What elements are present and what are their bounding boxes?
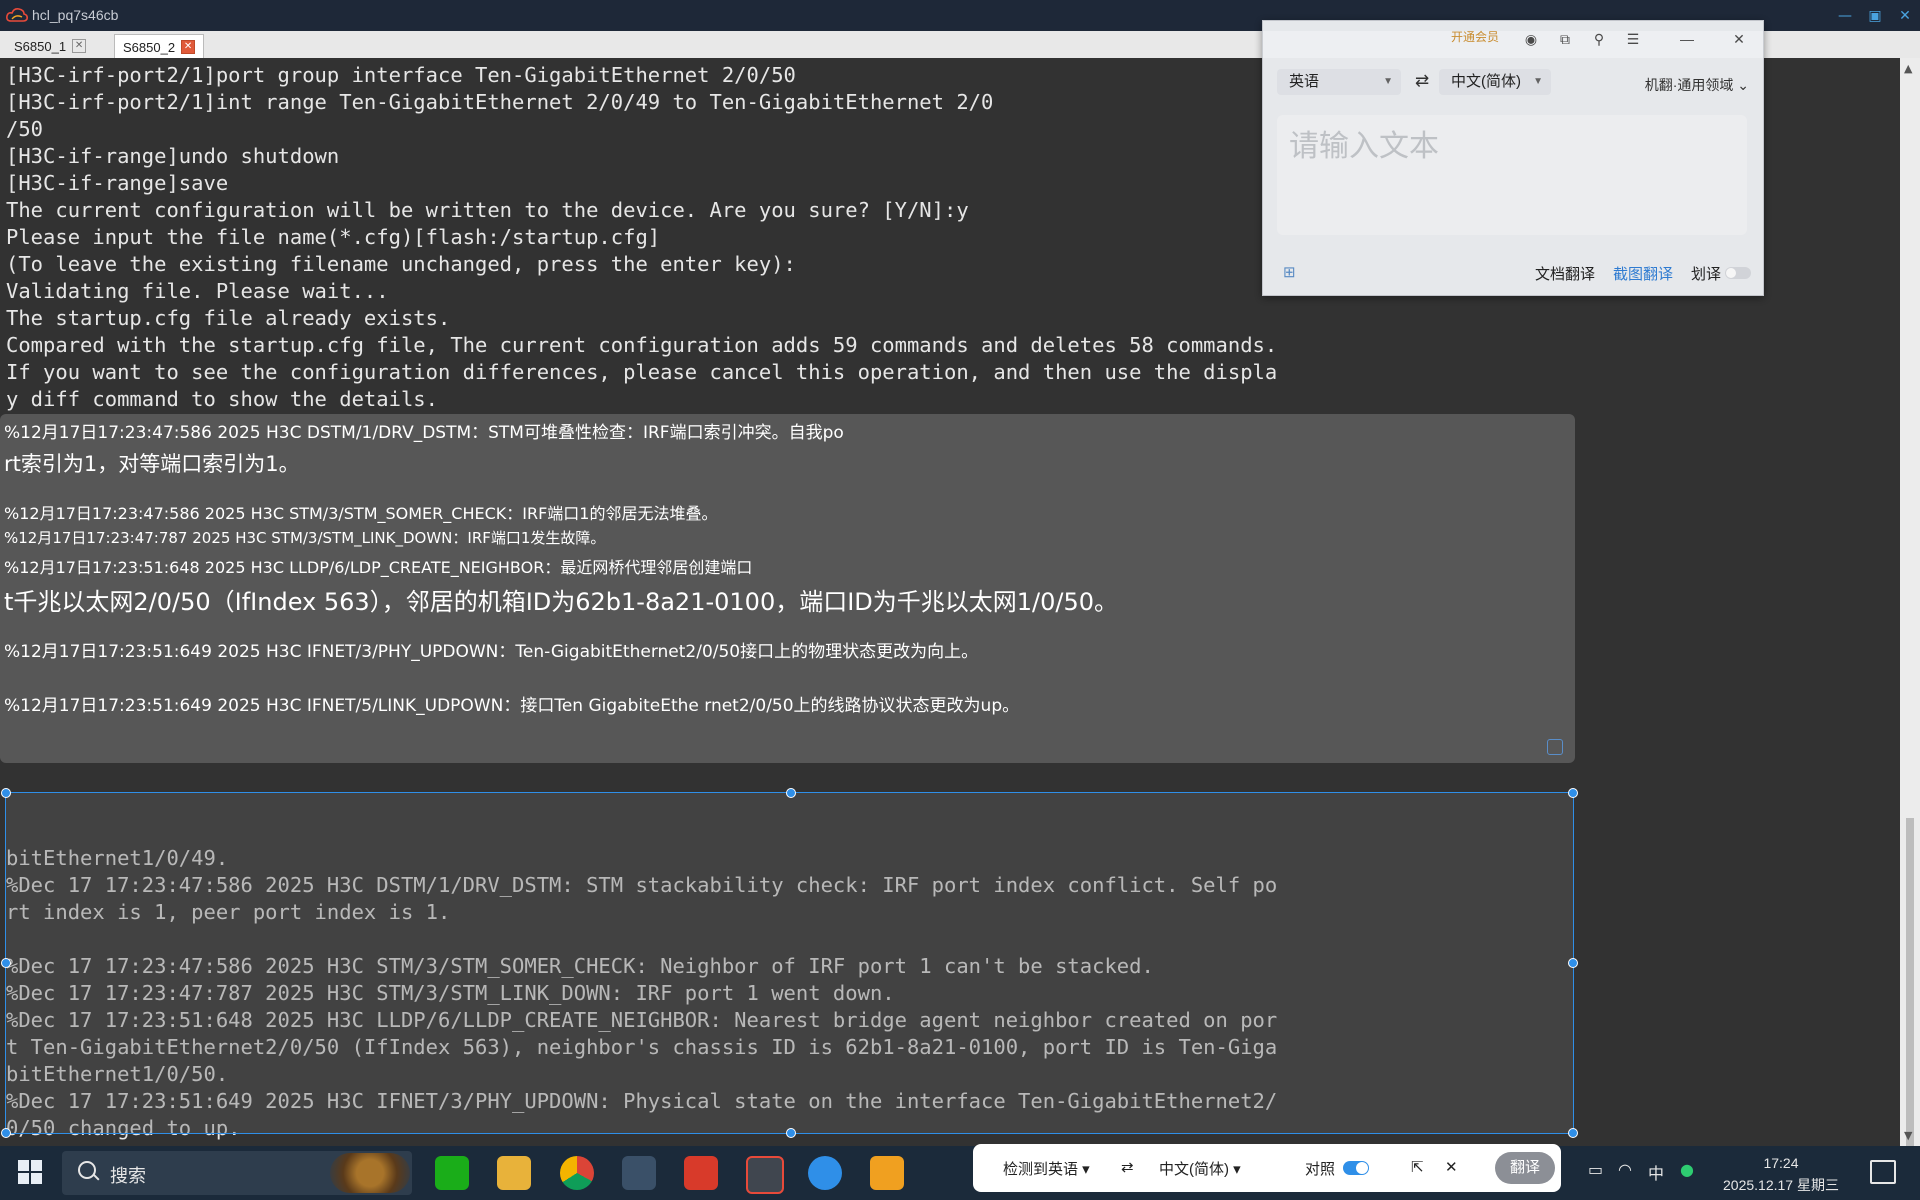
terminal-scrollbar[interactable]: ▲ ▼ — [1900, 58, 1920, 1188]
scroll-down-icon[interactable]: ▼ — [1904, 1129, 1912, 1142]
mini-target-language-label: 中文(简体) — [1159, 1161, 1229, 1178]
engine-select[interactable]: 机翻·通用领域 ⌄ — [1645, 75, 1749, 95]
search-label: 搜索 — [110, 1166, 146, 1187]
screenshot-translate-link[interactable]: 截图翻译 — [1613, 263, 1673, 284]
tab-close-icon[interactable]: ✕ — [72, 39, 87, 53]
app-icon[interactable] — [622, 1156, 656, 1190]
tab-s6850-2[interactable]: S6850_2 ✕ — [114, 34, 205, 59]
file-explorer-icon[interactable] — [497, 1156, 531, 1190]
word-select-toggle[interactable] — [1725, 267, 1751, 279]
cloud-logo-icon — [6, 8, 28, 22]
search-highlight-icon — [330, 1153, 410, 1193]
resize-handle[interactable] — [1, 958, 11, 968]
translation-overlay: %12月17日17:23:47:586 2025 H3C DSTM/1/DRV_… — [0, 414, 1575, 763]
overlay-line: %12月17日17:23:47:586 2025 H3C DSTM/1/DRV_… — [4, 423, 844, 443]
overlay-line: rt索引为1，对等端口索引为1。 — [4, 452, 300, 476]
overlay-line: %12月17日17:23:47:586 2025 H3C STM/3/STM_S… — [4, 504, 718, 523]
doc-translate-link[interactable]: 文档翻译 — [1535, 263, 1595, 284]
translator-header: 开通会员 ◉ ⧉ ⚲ ☰ — ✕ — [1263, 21, 1763, 57]
translator-footer: ⊞ 文档翻译 截图翻译 划译 — [1263, 257, 1763, 287]
source-language-select[interactable]: 英语 ▼ — [1277, 69, 1401, 95]
overlay-line: %12月17日17:23:47:787 2025 H3C STM/3/STM_L… — [4, 529, 606, 547]
wechat-icon[interactable] — [435, 1156, 469, 1190]
overlay-line: %12月17日17:23:51:649 2025 H3C IFNET/3/PHY… — [4, 642, 979, 662]
compare-toggle[interactable] — [1343, 1161, 1369, 1175]
chevron-down-icon: ▼ — [1533, 76, 1543, 87]
detected-language-select[interactable]: 检测到英语 ▾ — [1003, 1158, 1090, 1179]
close-icon[interactable]: ✕ — [1729, 29, 1749, 49]
translator-panel: 开通会员 ◉ ⧉ ⚲ ☰ — ✕ 英语 ▼ ⇄ 中文(简体) ▼ 机翻·通用领域… — [1262, 20, 1764, 296]
ime-indicator[interactable]: 中 — [1648, 1160, 1664, 1184]
translation-input[interactable] — [1287, 129, 1731, 165]
hcl-icon[interactable] — [746, 1156, 784, 1194]
system-clock[interactable]: 17:24 2025.12.17 星期三 — [1716, 1152, 1846, 1196]
wifi-icon[interactable]: ◠ — [1618, 1160, 1632, 1179]
clock-time: 17:24 — [1763, 1155, 1799, 1171]
resize-handle[interactable] — [1, 1128, 11, 1138]
chevron-down-icon: ▼ — [1383, 76, 1393, 87]
resize-handle[interactable] — [786, 1128, 796, 1138]
pin-icon[interactable]: ⚲ — [1589, 29, 1609, 49]
taskbar-search[interactable]: 搜索 — [62, 1151, 412, 1195]
overlay-copy-icon[interactable] — [1547, 739, 1563, 755]
mini-translator-bar: 检测到英语 ▾ ⇄ 中文(简体) ▾ 对照 ⇱ ✕ 翻译 — [973, 1144, 1561, 1192]
close-icon[interactable]: ✕ — [1445, 1158, 1458, 1176]
target-language-select[interactable]: 中文(简体) ▼ — [1439, 69, 1551, 95]
member-button[interactable]: 开通会员 — [1451, 28, 1499, 45]
resize-handle[interactable] — [786, 788, 796, 798]
resize-handle[interactable] — [1568, 958, 1578, 968]
avatar-icon[interactable]: ◉ — [1521, 29, 1541, 49]
target-language-label: 中文(简体) — [1451, 73, 1521, 90]
expand-icon[interactable]: ⇱ — [1411, 1158, 1424, 1176]
taskbar: 搜索 ▭ ◠ 中 ● 17:24 2025.12.17 星期三 — [0, 1146, 1920, 1200]
windows-start-icon[interactable] — [18, 1160, 42, 1184]
battery-icon[interactable]: ▭ — [1588, 1160, 1603, 1179]
swap-languages-icon[interactable]: ⇄ — [1121, 1158, 1134, 1176]
sublime-icon[interactable] — [870, 1156, 904, 1190]
resize-handle[interactable] — [1568, 788, 1578, 798]
screenshot-selection-box[interactable] — [1, 788, 1578, 1138]
wps-icon[interactable] — [684, 1156, 718, 1190]
mini-target-language-select[interactable]: 中文(简体) ▾ — [1159, 1158, 1241, 1179]
maximize-button[interactable]: ▣ — [1860, 0, 1890, 31]
translation-input-area[interactable] — [1277, 115, 1747, 235]
menu-icon[interactable]: ☰ — [1623, 29, 1643, 49]
minimize-button[interactable]: — — [1830, 0, 1860, 31]
detected-language-label: 检测到英语 — [1003, 1161, 1079, 1178]
engine-label: 机翻·通用领域 — [1644, 77, 1734, 93]
overlay-line: %12月17日17:23:51:649 2025 H3C IFNET/5/LIN… — [4, 696, 1020, 716]
clock-date: 2025.12.17 星期三 — [1723, 1177, 1839, 1193]
tab-close-icon[interactable]: ✕ — [181, 40, 196, 54]
scroll-up-icon[interactable]: ▲ — [1904, 62, 1912, 75]
apps-icon[interactable]: ⊞ — [1283, 263, 1296, 281]
window-title: hcl_pq7s46cb — [32, 7, 119, 23]
chrome-icon[interactable] — [560, 1156, 594, 1190]
search-icon — [78, 1161, 96, 1179]
minimize-icon[interactable]: — — [1677, 29, 1697, 49]
tab-s6850-1[interactable]: S6850_1 ✕ — [6, 34, 94, 58]
resize-handle[interactable] — [1, 788, 11, 798]
swap-languages-icon[interactable]: ⇄ — [1415, 71, 1429, 91]
overlay-line: t千兆以太网2/0/50（IfIndex 563），邻居的机箱ID为62b1-8… — [4, 588, 1119, 616]
source-language-label: 英语 — [1289, 73, 1320, 90]
tab-label: S6850_1 — [14, 38, 67, 54]
compare-label: 对照 — [1305, 1161, 1336, 1178]
tab-label: S6850_2 — [123, 39, 176, 55]
translator-app-icon[interactable] — [808, 1156, 842, 1190]
resize-handle[interactable] — [1568, 1128, 1578, 1138]
notification-icon[interactable] — [1870, 1160, 1896, 1184]
window-mode-icon[interactable]: ⧉ — [1555, 29, 1575, 49]
security-icon[interactable]: ● — [1680, 1160, 1694, 1179]
close-window-button[interactable]: ✕ — [1890, 0, 1920, 31]
translate-button[interactable]: 翻译 — [1495, 1152, 1555, 1184]
overlay-line: %12月17日17:23:51:648 2025 H3C LLDP/6/LDP_… — [4, 558, 753, 577]
word-select-label: 划译 — [1691, 266, 1722, 283]
